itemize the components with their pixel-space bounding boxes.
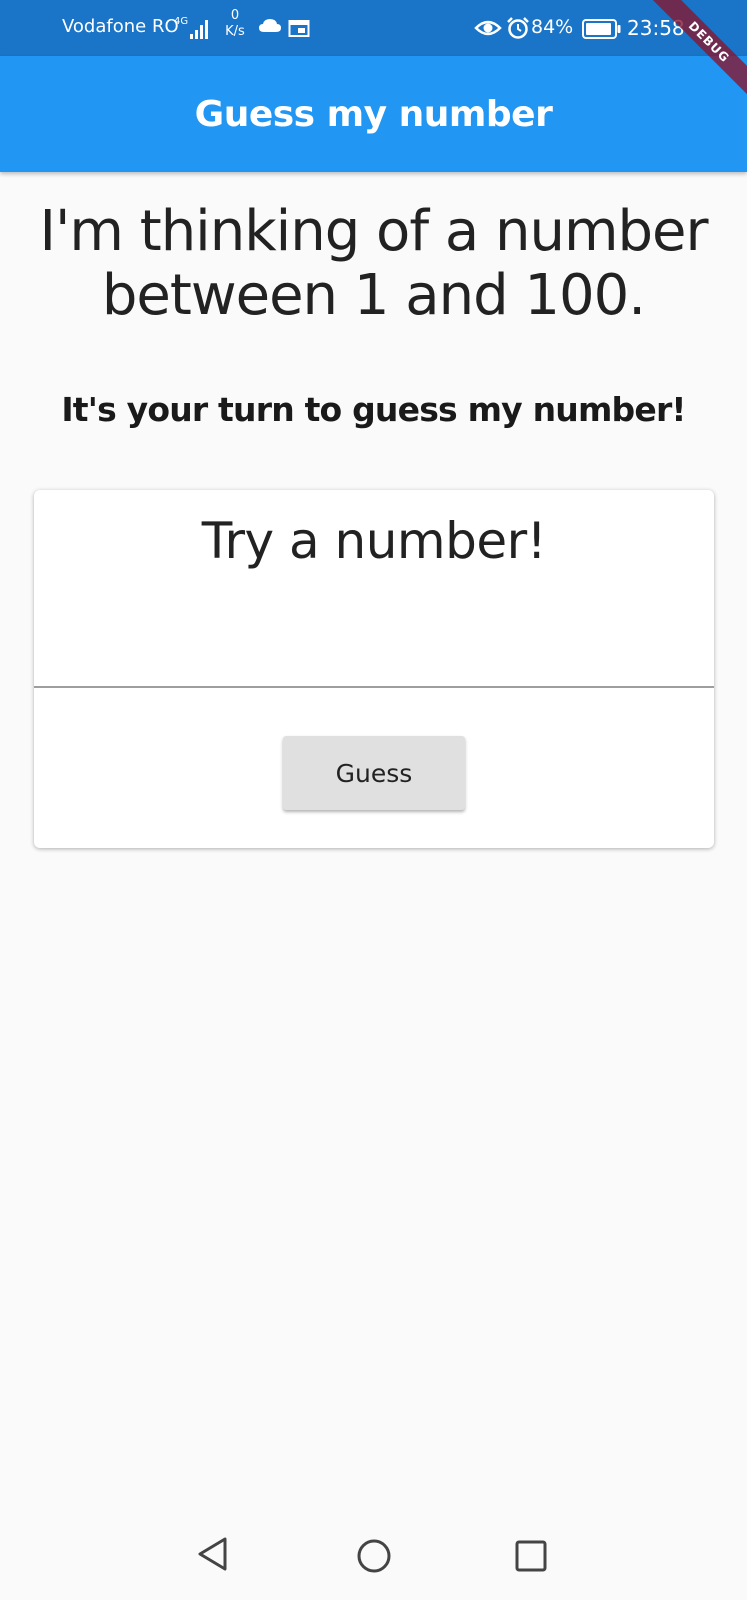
navigation-bar: [0, 1500, 747, 1600]
network-type-label: 4G: [174, 16, 188, 27]
calendar-icon: [288, 20, 310, 37]
home-icon[interactable]: [356, 1538, 392, 1574]
guess-button[interactable]: Guess: [283, 736, 465, 810]
network-speed: 0 K/s: [220, 8, 250, 40]
instruction-text: It's your turn to guess my number!: [61, 390, 686, 429]
alarm-icon: [507, 17, 529, 39]
network-speed-value: 0: [230, 8, 240, 23]
app-title: Guess my number: [194, 94, 553, 135]
status-bar: Vodafone RO 4G 0 K/s 84% 23:58: [0, 0, 747, 56]
guess-card: Try a number! Guess: [34, 490, 714, 848]
cloud-icon: [259, 19, 281, 32]
signal-icon: 4G: [174, 16, 208, 39]
intro-text: I'm thinking of a number between 1 and 1…: [39, 199, 708, 328]
app-bar: Guess my number: [0, 56, 747, 172]
recents-icon[interactable]: [515, 1540, 547, 1572]
card-title: Try a number!: [201, 512, 547, 570]
network-speed-unit: K/s: [225, 24, 245, 39]
back-icon[interactable]: [196, 1536, 230, 1572]
battery-icon: [582, 19, 621, 39]
carrier-name: Vodafone RO: [62, 16, 179, 37]
eye-icon: [474, 20, 502, 36]
guess-input[interactable]: [34, 600, 714, 688]
battery-percentage: 84%: [531, 16, 574, 38]
